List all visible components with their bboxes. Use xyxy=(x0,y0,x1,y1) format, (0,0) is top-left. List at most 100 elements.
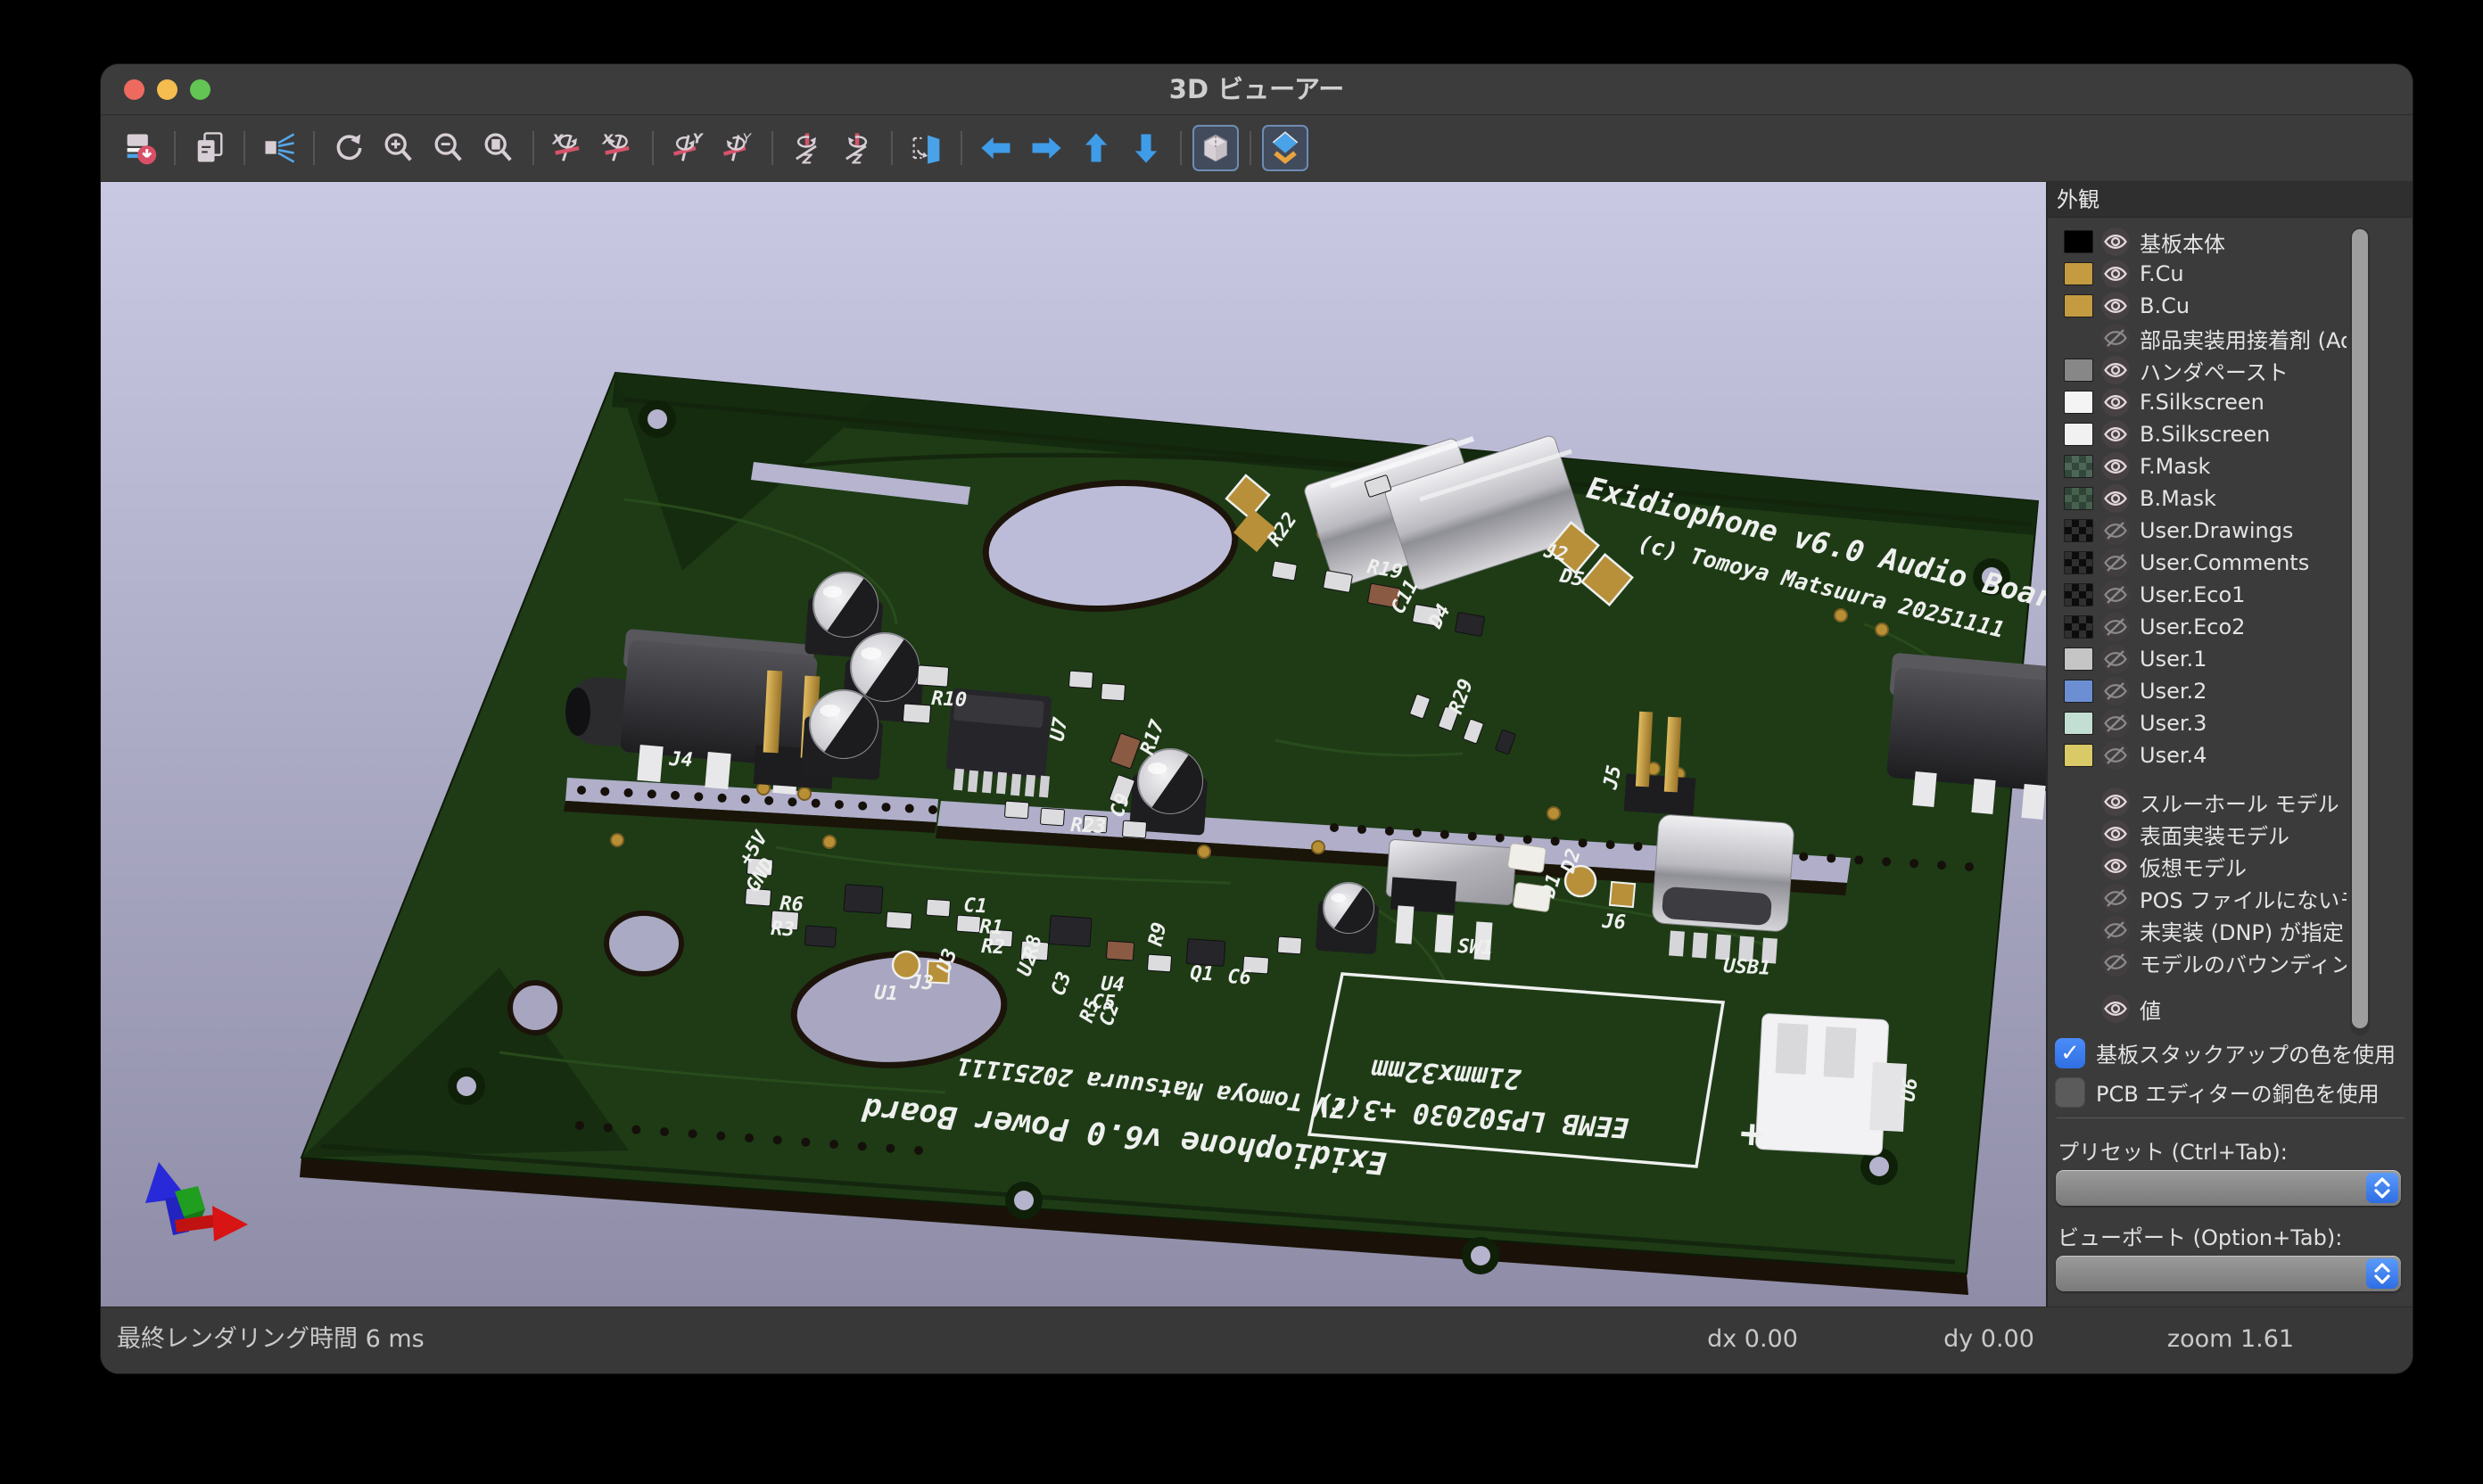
ref-designator: R10 xyxy=(931,688,968,712)
visibility-eye-icon[interactable] xyxy=(2100,819,2131,849)
layer-color-swatch[interactable] xyxy=(2064,583,2093,606)
visibility-eye-icon[interactable] xyxy=(2100,993,2131,1024)
model-label: POS ファイルにないモ xyxy=(2140,883,2347,914)
toolbar-separator xyxy=(771,131,773,165)
raytracing-button[interactable] xyxy=(256,125,302,171)
viewport-3d[interactable]: + xyxy=(101,182,2046,1307)
pan-up-button[interactable] xyxy=(1073,125,1119,171)
zoom-in-icon xyxy=(380,129,417,167)
visibility-eye-icon[interactable] xyxy=(2100,451,2131,482)
visibility-eye-icon[interactable] xyxy=(2100,787,2131,817)
zoom-fit-button[interactable] xyxy=(475,125,522,171)
layer-color-swatch[interactable] xyxy=(2064,359,2093,382)
visibility-eye-off-icon[interactable] xyxy=(2100,915,2131,945)
redraw-button[interactable] xyxy=(326,125,372,171)
status-bar: 最終レンダリング時間 6 ms dx 0.00 dy 0.00 zoom 1.6… xyxy=(101,1307,2413,1373)
visibility-eye-icon[interactable] xyxy=(2100,419,2131,449)
rotate-y-cw-button[interactable]: Y xyxy=(664,125,711,171)
title-bar[interactable]: 3D ビューアー xyxy=(101,64,2413,115)
visibility-eye-off-icon[interactable] xyxy=(2100,612,2131,642)
layer-color-swatch[interactable] xyxy=(2064,487,2093,510)
visibility-eye-off-icon[interactable] xyxy=(2100,323,2131,353)
layer-color-swatch[interactable] xyxy=(2064,294,2093,317)
zoom-in-button[interactable] xyxy=(375,125,422,171)
layer-color-swatch[interactable] xyxy=(2064,712,2093,735)
layer-color-swatch[interactable] xyxy=(2064,551,2093,574)
visibility-eye-off-icon[interactable] xyxy=(2100,644,2131,674)
model-label: スルーホール モデル xyxy=(2140,787,2339,818)
layer-color-swatch[interactable] xyxy=(2064,680,2093,703)
checkbox-row-pcb-copper-colors: PCB エディターの銅色を使用 xyxy=(2055,1076,2380,1108)
ortho-projection-button[interactable] xyxy=(1192,125,1239,171)
svg-text:Z: Z xyxy=(851,152,862,167)
visibility-eye-icon[interactable] xyxy=(2100,291,2131,321)
visibility-eye-off-icon[interactable] xyxy=(2100,947,2131,977)
zoom-out-icon xyxy=(430,129,467,167)
visibility-eye-icon[interactable] xyxy=(2100,259,2131,289)
viewport-select-stepper-icon[interactable] xyxy=(2366,1258,2398,1289)
use-pcb-editor-copper-colors-checkbox[interactable] xyxy=(2055,1077,2085,1108)
copy-image-icon xyxy=(191,129,228,167)
layer-label: User.2 xyxy=(2140,679,2207,704)
rotate-z-cw-icon: Z xyxy=(788,129,826,167)
pan-right-button[interactable] xyxy=(1023,125,1069,171)
3d-scene-canvas[interactable]: + xyxy=(101,182,2046,1307)
appearance-panel-title: 外観 xyxy=(2048,182,2413,218)
layer-color-swatch xyxy=(2064,326,2093,350)
visibility-eye-icon[interactable] xyxy=(2100,851,2131,881)
layer-color-swatch[interactable] xyxy=(2064,615,2093,639)
toolbar-separator xyxy=(891,131,893,165)
visibility-eye-icon[interactable] xyxy=(2100,355,2131,385)
appearance-toggle-button[interactable] xyxy=(1262,125,1308,171)
rotate-z-cw-button[interactable]: Z xyxy=(784,125,830,171)
ref-designator: U7 xyxy=(1046,715,1072,743)
pan-down-button[interactable] xyxy=(1123,125,1169,171)
ref-designator: R3 xyxy=(771,918,796,941)
layer-color-swatch[interactable] xyxy=(2064,519,2093,542)
toolbar-separator xyxy=(1250,131,1251,165)
layer-label: ハンダペースト xyxy=(2140,355,2289,386)
layer-color-swatch[interactable] xyxy=(2064,744,2093,767)
rotate-x-cw-button[interactable]: X xyxy=(545,125,591,171)
visibility-eye-off-icon[interactable] xyxy=(2100,515,2131,546)
ref-designator: C6 xyxy=(1227,966,1252,989)
rotate-x-ccw-button[interactable]: X xyxy=(595,125,641,171)
visibility-eye-off-icon[interactable] xyxy=(2100,883,2131,913)
layer-color-swatch[interactable] xyxy=(2064,230,2093,253)
rotate-z-ccw-icon: Z xyxy=(838,129,876,167)
rotate-y-ccw-button[interactable]: Y xyxy=(714,125,761,171)
layer-label: User.4 xyxy=(2140,743,2207,768)
preset-select-stepper-icon[interactable] xyxy=(2366,1173,2398,1203)
layer-color-swatch[interactable] xyxy=(2064,262,2093,285)
visibility-eye-off-icon[interactable] xyxy=(2100,740,2131,771)
use-stackup-colors-label: 基板スタックアップの色を使用 xyxy=(2096,1037,2396,1068)
pan-right-icon xyxy=(1027,129,1065,167)
visibility-eye-off-icon[interactable] xyxy=(2100,708,2131,738)
visibility-eye-off-icon[interactable] xyxy=(2100,580,2131,610)
flip-board-button[interactable] xyxy=(903,125,950,171)
visibility-eye-off-icon[interactable] xyxy=(2100,548,2131,578)
copy-image-button[interactable] xyxy=(186,125,233,171)
layer-color-swatch[interactable] xyxy=(2064,647,2093,671)
reload-board-button[interactable] xyxy=(117,125,163,171)
viewport-select[interactable] xyxy=(2056,1256,2401,1291)
status-dy: dy 0.00 xyxy=(1943,1307,2034,1372)
rotate-z-ccw-button[interactable]: Z xyxy=(834,125,880,171)
visibility-eye-icon[interactable] xyxy=(2100,227,2131,257)
visibility-eye-icon[interactable] xyxy=(2100,387,2131,417)
use-pcb-editor-copper-colors-label: PCB エディターの銅色を使用 xyxy=(2096,1076,2380,1108)
model-label: モデルのバウンディング xyxy=(2140,947,2347,978)
svg-text:+: + xyxy=(1738,1110,1765,1158)
layer-color-swatch[interactable] xyxy=(2064,391,2093,414)
zoom-out-button[interactable] xyxy=(425,125,472,171)
pan-left-button[interactable] xyxy=(973,125,1019,171)
layer-label: User.Eco2 xyxy=(2140,614,2245,639)
visibility-eye-off-icon[interactable] xyxy=(2100,676,2131,706)
layer-color-swatch[interactable] xyxy=(2064,455,2093,478)
layer-color-swatch[interactable] xyxy=(2064,423,2093,446)
use-stackup-colors-checkbox[interactable]: ✓ xyxy=(2055,1038,2085,1068)
panel-scrollbar-thumb[interactable] xyxy=(2352,229,2368,1028)
panel-scrollbar[interactable] xyxy=(2350,227,2370,1035)
visibility-eye-icon[interactable] xyxy=(2100,483,2131,514)
preset-select[interactable] xyxy=(2056,1170,2401,1206)
